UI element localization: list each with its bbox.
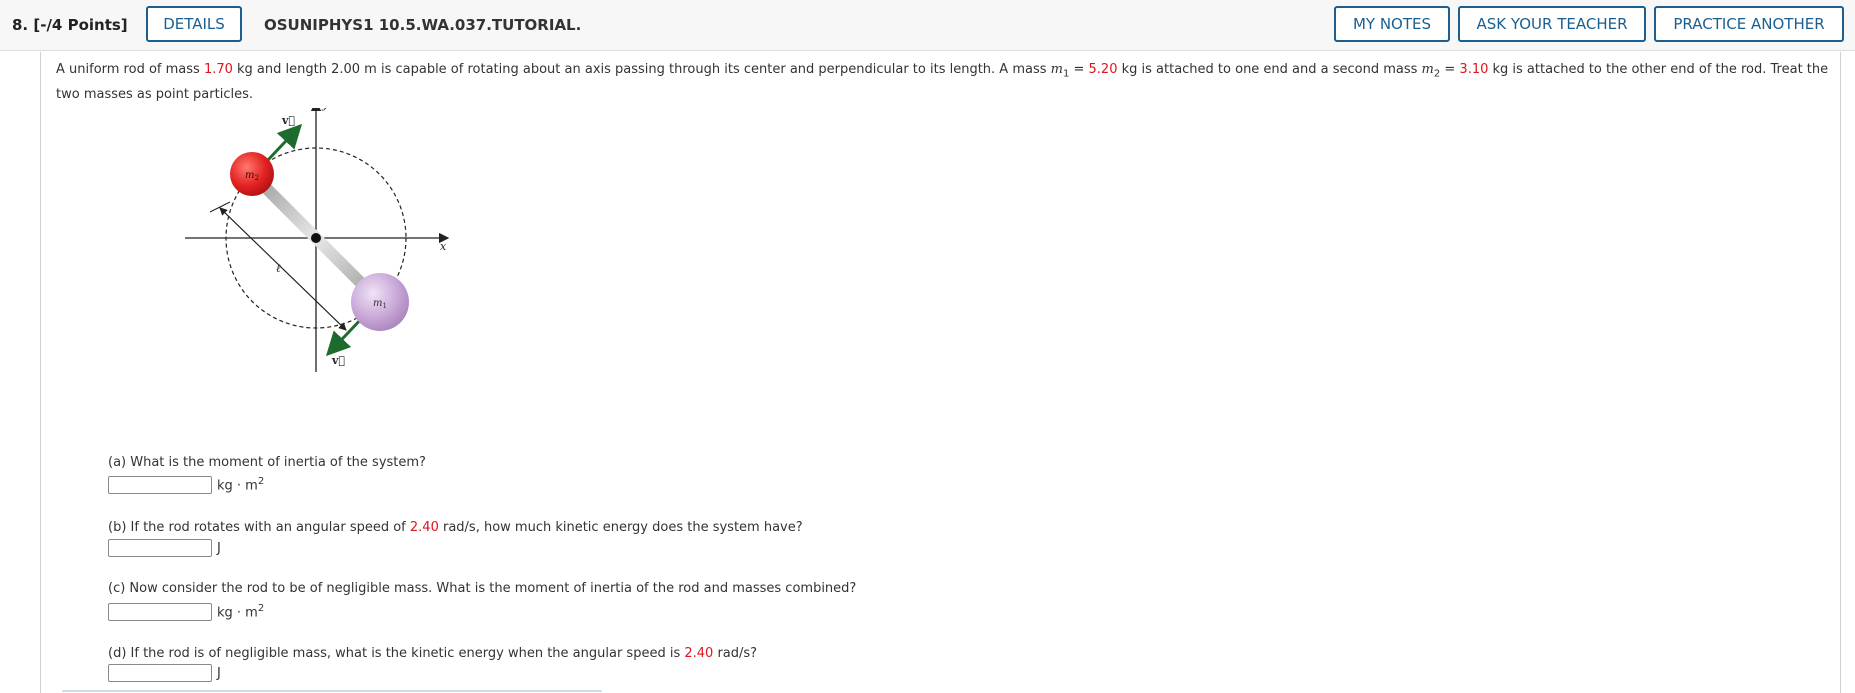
part-b-question: (b) If the rod rotates with an angular s… xyxy=(108,520,803,535)
problem-text: kg is attached to one end and a second m… xyxy=(1117,62,1422,77)
part-b-text: (b) If the rod rotates with an angular s… xyxy=(108,520,410,535)
y-axis-label: y xyxy=(321,108,329,111)
problem-text: kg and length 2.00 m is capable of rotat… xyxy=(232,62,1051,77)
part-d-unit: J xyxy=(217,665,221,681)
part-b-answer-row: J xyxy=(108,539,221,557)
m1-symbol: m xyxy=(1050,62,1063,77)
part-d-answer-input[interactable] xyxy=(108,664,212,682)
right-border xyxy=(1840,52,1841,693)
pivot-point xyxy=(311,233,321,243)
part-a-question: (a) What is the moment of inertia of the… xyxy=(108,455,426,470)
part-c-question: (c) Now consider the rod to be of neglig… xyxy=(108,581,857,596)
part-b-angular-speed: 2.40 xyxy=(409,520,439,535)
question-number-points: 8. [-/4 Points] xyxy=(12,16,128,34)
question-header: 8. [-/4 Points] DETAILS OSUNIPHYS1 10.5.… xyxy=(0,0,1855,51)
velocity-arrow-top xyxy=(266,123,303,162)
details-button[interactable]: DETAILS xyxy=(146,6,242,42)
part-a-unit: kg · m2 xyxy=(217,476,265,494)
part-d-text: rad/s? xyxy=(713,646,758,661)
equals-sign: = xyxy=(1440,62,1460,77)
rotating-rod-figure: y x ℓ v⃗ v⃗ m2 m1 xyxy=(150,98,490,448)
my-notes-button[interactable]: MY NOTES xyxy=(1334,6,1450,42)
x-axis-label: x xyxy=(440,240,447,253)
question-title: OSUNIPHYS1 10.5.WA.037.TUTORIAL. xyxy=(264,16,582,34)
m2-symbol: m xyxy=(1421,62,1434,77)
velocity-label-bottom: v⃗ xyxy=(331,354,345,367)
part-d-question: (d) If the rod is of negligible mass, wh… xyxy=(108,646,757,661)
rod-mass-value: 1.70 xyxy=(203,62,233,77)
length-label: ℓ xyxy=(276,262,281,275)
part-b-answer-input[interactable] xyxy=(108,539,212,557)
m1-value: 5.20 xyxy=(1088,62,1118,77)
part-b-text: rad/s, how much kinetic energy does the … xyxy=(438,520,803,535)
rod-diagram: y x ℓ v⃗ v⃗ m2 m1 xyxy=(185,98,450,372)
equals-sign: = xyxy=(1069,62,1089,77)
part-c-unit: kg · m2 xyxy=(217,603,265,621)
problem-text: A uniform rod of mass xyxy=(56,62,204,77)
velocity-label-top: v⃗ xyxy=(281,114,295,127)
part-d-text: (d) If the rod is of negligible mass, wh… xyxy=(108,646,685,661)
part-c-answer-input[interactable] xyxy=(108,603,212,621)
left-border xyxy=(40,52,41,693)
problem-statement: A uniform rod of mass 1.70 kg and length… xyxy=(56,60,1836,105)
part-c-answer-row: kg · m2 xyxy=(108,603,264,621)
length-dimension-line xyxy=(219,207,347,331)
ask-your-teacher-button[interactable]: ASK YOUR TEACHER xyxy=(1458,6,1646,42)
part-d-angular-speed: 2.40 xyxy=(684,646,714,661)
part-b-unit: J xyxy=(217,540,221,556)
length-tick xyxy=(209,201,231,213)
part-d-answer-row: J xyxy=(108,664,221,682)
m2-value: 3.10 xyxy=(1459,62,1489,77)
practice-another-button[interactable]: PRACTICE ANOTHER xyxy=(1654,6,1844,42)
bottom-divider xyxy=(62,690,602,692)
part-a-answer-input[interactable] xyxy=(108,476,212,494)
part-a-answer-row: kg · m2 xyxy=(108,476,264,494)
velocity-arrow-bottom xyxy=(325,314,366,357)
